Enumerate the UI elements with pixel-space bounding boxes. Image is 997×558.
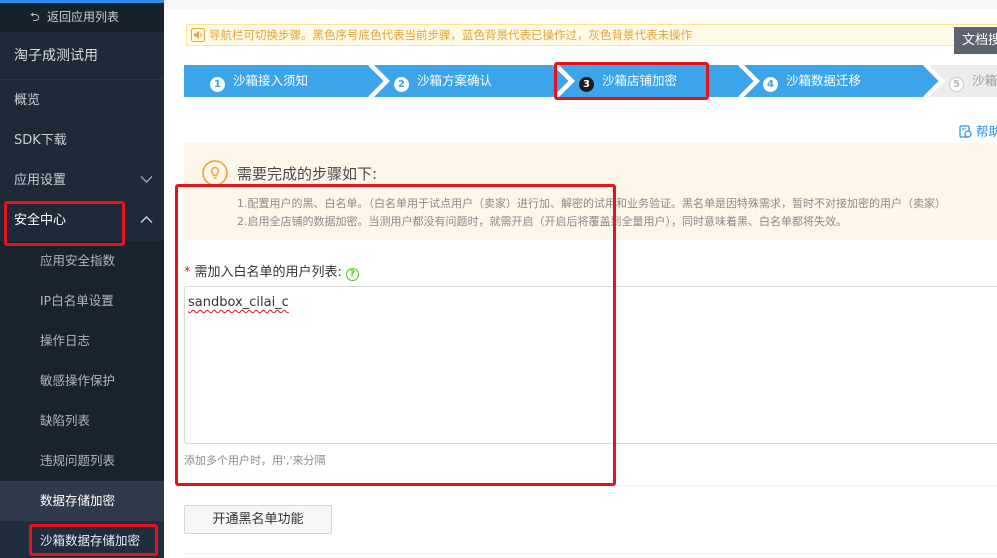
whitelist-value: sandbox_cilai_c bbox=[188, 295, 289, 310]
sidebar-item-label: SDK下载 bbox=[14, 133, 67, 148]
whitelist-label-text: 需加入白名单的用户列表: bbox=[194, 265, 342, 280]
speaker-icon bbox=[191, 28, 205, 45]
sidebar-subitem-ip-whitelist[interactable]: IP白名单设置 bbox=[0, 281, 164, 321]
whitelist-field-label: * 需加入白名单的用户列表:? bbox=[184, 261, 359, 281]
step-navigation: 1 沙箱接入须知 2 沙箱方案确认 3 沙箱店铺加密 4 沙箱数据迁移 5 沙箱验证 bbox=[184, 65, 997, 97]
step-1-sandbox-notice[interactable]: 1 沙箱接入须知 bbox=[210, 65, 308, 97]
back-to-app-list-link[interactable]: ⮌ 返回应用列表 bbox=[0, 3, 164, 32]
app-name: 淘子成测试用 bbox=[0, 32, 164, 80]
step-number: 1 bbox=[210, 77, 225, 92]
question-icon[interactable]: ? bbox=[345, 268, 359, 281]
sidebar-subitem-label: 操作日志 bbox=[40, 333, 91, 348]
required-marker: * bbox=[184, 265, 191, 280]
step-4-data-migration[interactable]: 4 沙箱数据迁移 bbox=[763, 65, 861, 97]
bottom-divider bbox=[184, 553, 997, 554]
sidebar-subitem-operation-log[interactable]: 操作日志 bbox=[0, 321, 164, 361]
main-content: 导航栏可切换步骤。黑色序号底色代表当前步骤，蓝色背景代表已操作过，灰色背景代表未… bbox=[164, 0, 997, 558]
sidebar-subitem-label: 违规问题列表 bbox=[40, 453, 116, 468]
info-line-2: 2.启用全店铺的数据加密。当测用户都没有问题时，就需开启（开启后将覆盖到全量用户… bbox=[237, 215, 847, 228]
sidebar-item-label: 应用设置 bbox=[14, 173, 67, 188]
sidebar-subitem-sandbox-data-encryption[interactable]: 沙箱数据存储加密 bbox=[0, 521, 164, 558]
sidebar-item-security-center[interactable]: 安全中心 bbox=[0, 201, 164, 241]
sidebar-item-sdk-download[interactable]: SDK下载 bbox=[0, 121, 164, 161]
steps-info-box: 需要完成的步骤如下: 1.配置用户的黑、白名单。（白名单用于试点用户（卖家）进行… bbox=[184, 143, 997, 240]
step-label: 沙箱数据迁移 bbox=[786, 73, 862, 88]
step-label: 沙箱接入须知 bbox=[233, 73, 309, 88]
section-divider bbox=[184, 485, 997, 486]
step-number: 4 bbox=[763, 77, 778, 92]
step-number: 3 bbox=[579, 77, 594, 92]
help-link-label: 帮助 bbox=[976, 124, 997, 139]
notice-text: 导航栏可切换步骤。黑色序号底色代表当前步骤，蓝色背景代表已操作过，灰色背景代表未… bbox=[209, 28, 692, 42]
step-3-store-encryption[interactable]: 3 沙箱店铺加密 bbox=[579, 65, 677, 97]
back-link-label: 返回应用列表 bbox=[47, 10, 120, 24]
return-arrow-icon: ⮌ bbox=[30, 10, 40, 24]
step-label: 沙箱店铺加密 bbox=[602, 73, 678, 88]
sidebar-subitem-label: 敏感操作保护 bbox=[40, 373, 116, 388]
sidebar-subitem-violation-list[interactable]: 违规问题列表 bbox=[0, 441, 164, 481]
enable-blacklist-button[interactable]: 开通黑名单功能 bbox=[184, 505, 332, 534]
lightbulb-icon bbox=[202, 160, 228, 186]
sidebar-subitem-label: 缺陷列表 bbox=[40, 413, 91, 428]
whitelist-hint: 添加多个用户时，用','来分隔 bbox=[184, 454, 326, 467]
sidebar-subitem-label: 应用安全指数 bbox=[40, 253, 116, 268]
sidebar-subitem-sensitive-operation[interactable]: 敏感操作保护 bbox=[0, 361, 164, 401]
chevron-up-icon bbox=[140, 201, 154, 241]
sidebar-item-overview[interactable]: 概览 bbox=[0, 81, 164, 121]
step-5-verification[interactable]: 5 沙箱验证 bbox=[949, 65, 997, 97]
sidebar-subitem-label: 数据存储加密 bbox=[40, 493, 116, 508]
help-link[interactable]: 帮助 bbox=[959, 121, 997, 139]
sidebar: ⮌ 返回应用列表 淘子成测试用 概览 SDK下载 应用设置 安全中心 应用安全指… bbox=[0, 0, 164, 558]
whitelist-textarea[interactable]: sandbox_cilai_c bbox=[184, 286, 997, 444]
step-label: 沙箱验证 bbox=[972, 73, 997, 88]
sidebar-subitem-label: IP白名单设置 bbox=[40, 293, 114, 308]
sidebar-item-label: 概览 bbox=[14, 93, 41, 108]
sidebar-subitem-label: 沙箱数据存储加密 bbox=[40, 533, 141, 548]
sidebar-item-label: 安全中心 bbox=[14, 213, 67, 228]
chevron-down-icon bbox=[140, 161, 154, 201]
sidebar-item-app-settings[interactable]: 应用设置 bbox=[0, 161, 164, 201]
sidebar-subitem-data-storage-encryption[interactable]: 数据存储加密 bbox=[0, 481, 164, 521]
step-2-sandbox-plan[interactable]: 2 沙箱方案确认 bbox=[394, 65, 492, 97]
step-number: 5 bbox=[949, 77, 964, 92]
sidebar-subitem-app-security-index[interactable]: 应用安全指数 bbox=[0, 241, 164, 281]
notice-bar: 导航栏可切换步骤。黑色序号底色代表当前步骤，蓝色背景代表已操作过，灰色背景代表未… bbox=[186, 24, 997, 46]
top-strip bbox=[164, 0, 997, 9]
sidebar-subitem-defect-list[interactable]: 缺陷列表 bbox=[0, 401, 164, 441]
info-title: 需要完成的步骤如下: bbox=[237, 165, 378, 183]
step-label: 沙箱方案确认 bbox=[417, 73, 493, 88]
step-number: 2 bbox=[394, 77, 409, 92]
info-line-1: 1.配置用户的黑、白名单。（白名单用于试点用户（卖家）进行加、解密的试用和业务验… bbox=[237, 197, 946, 210]
doc-search-button[interactable]: 文档搜 bbox=[954, 27, 997, 54]
help-doc-icon bbox=[959, 125, 972, 138]
